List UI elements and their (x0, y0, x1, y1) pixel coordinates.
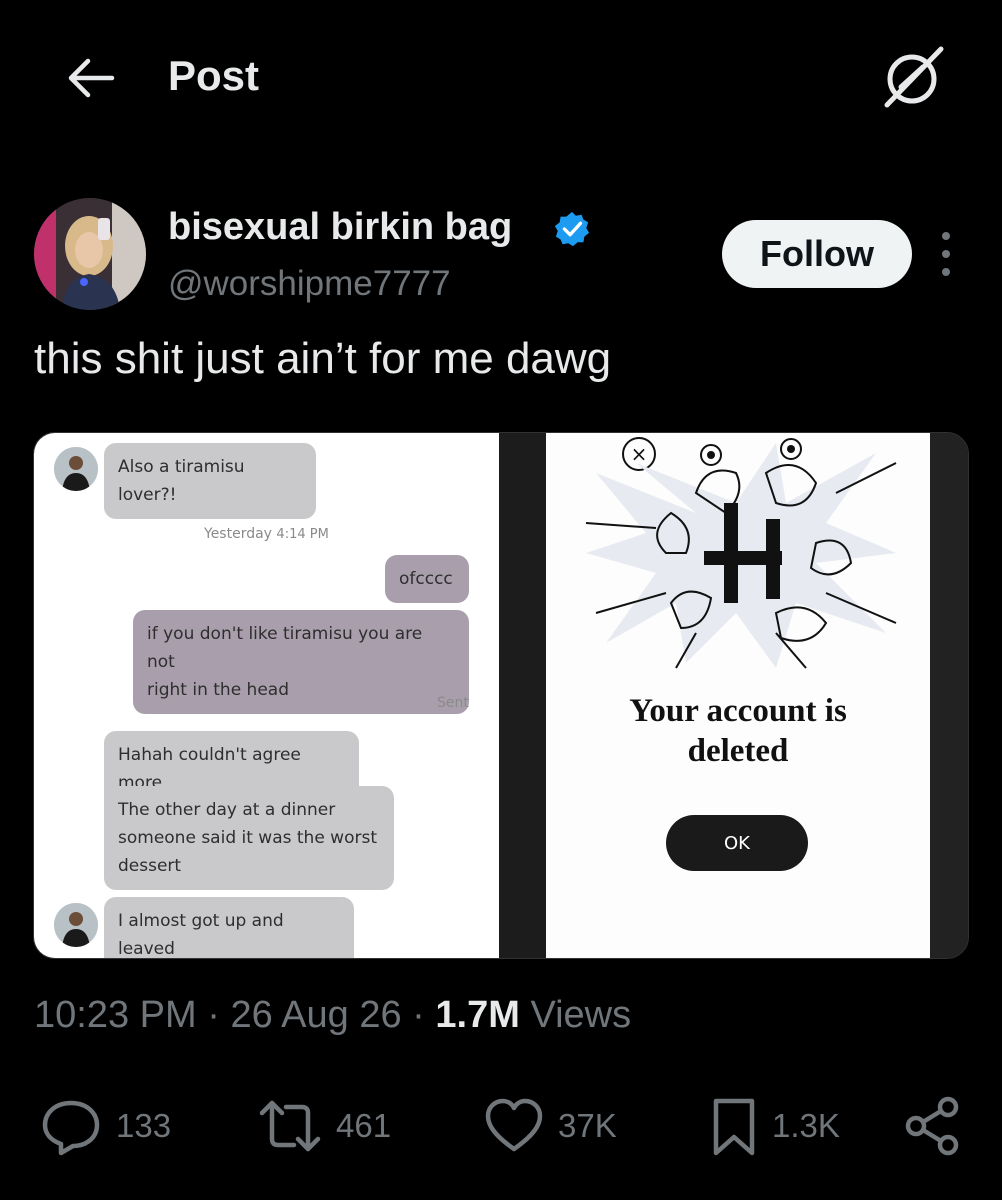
follow-button[interactable]: Follow (722, 220, 912, 288)
author-name[interactable]: bisexual birkin bag (168, 206, 512, 249)
more-dot-icon (942, 268, 950, 276)
reply-icon (42, 1100, 100, 1156)
reply-count: 133 (116, 1107, 172, 1144)
top-bar: Post (0, 0, 1002, 150)
back-button[interactable] (60, 50, 120, 106)
repost-button[interactable]: 461 (258, 1090, 391, 1162)
grok-icon (884, 46, 944, 108)
action-bar: 133 461 37K 1.3K (0, 1090, 1002, 1162)
chat-screenshot: Also a tiramisu lover?! Yesterday 4:14 P… (34, 433, 499, 958)
repost-icon (259, 1100, 321, 1152)
chat-bubble-line: someone said it was the worst (118, 828, 378, 848)
views-count[interactable]: 1.7M (435, 994, 519, 1036)
chat-bubble-sent: if you don't like tiramisu you are not r… (133, 610, 469, 714)
heart-icon (485, 1098, 543, 1152)
chat-bubble-received: The other day at a dinner someone said i… (104, 786, 394, 890)
modal-title-line: Your account is (629, 693, 847, 729)
repost-count: 461 (336, 1107, 392, 1144)
post-time[interactable]: 10:23 PM (34, 994, 197, 1036)
verified-badge-icon (554, 211, 590, 247)
chat-avatar (54, 903, 98, 947)
post-media[interactable]: Also a tiramisu lover?! Yesterday 4:14 P… (33, 432, 969, 959)
chat-bubble-line: The other day at a dinner (118, 800, 336, 820)
share-button[interactable] (902, 1090, 962, 1162)
author-avatar[interactable] (34, 198, 146, 310)
chat-bubble-sent: ofcccc (385, 555, 469, 603)
bookmark-icon (713, 1098, 755, 1156)
arrow-left-icon (68, 58, 115, 98)
meta-separator: · (207, 994, 220, 1036)
like-count: 37K (558, 1107, 617, 1144)
chat-bubble-line: dessert (118, 856, 182, 876)
shattered-logo-illustration-icon (585, 438, 897, 669)
views-label: Views (530, 994, 632, 1036)
media-divider (499, 433, 546, 958)
reply-button[interactable]: 133 (40, 1090, 171, 1162)
bookmark-button[interactable]: 1.3K (710, 1090, 840, 1162)
chat-sent-status: Sent (437, 695, 469, 711)
page-title: Post (168, 52, 260, 99)
modal-title: Your account is deleted (546, 691, 930, 771)
more-dot-icon (942, 250, 950, 258)
ok-button: OK (666, 815, 808, 871)
chat-timestamp-time: 4:14 PM (276, 527, 329, 542)
chat-bubble-line: right in the head (147, 680, 289, 700)
share-icon (905, 1096, 959, 1156)
like-button[interactable]: 37K (484, 1090, 617, 1162)
chat-bubble-received: I almost got up and leaved (104, 897, 354, 958)
media-edge (930, 433, 968, 958)
bookmark-count: 1.3K (772, 1107, 840, 1144)
more-options-button[interactable] (928, 232, 964, 276)
modal-title-line: deleted (687, 733, 789, 769)
meta-separator: · (412, 994, 425, 1036)
chat-avatar (54, 447, 98, 491)
post-text: this shit just ain’t for me dawg (34, 334, 612, 383)
chat-bubble-received: Also a tiramisu lover?! (104, 443, 316, 519)
account-deleted-screenshot: × Your account is deleted OK (546, 433, 930, 958)
post-date[interactable]: 26 Aug 26 (230, 994, 401, 1036)
more-dot-icon (942, 232, 950, 240)
author-handle[interactable]: @worshipme7777 (168, 264, 451, 304)
chat-timestamp: Yesterday 4:14 PM (204, 526, 329, 542)
post-meta: 10:23 PM · 26 Aug 26 · 1.7M Views (34, 994, 631, 1037)
grok-button[interactable] (872, 40, 952, 112)
chat-bubble-line: if you don't like tiramisu you are not (147, 624, 423, 672)
chat-timestamp-day: Yesterday (204, 526, 272, 542)
